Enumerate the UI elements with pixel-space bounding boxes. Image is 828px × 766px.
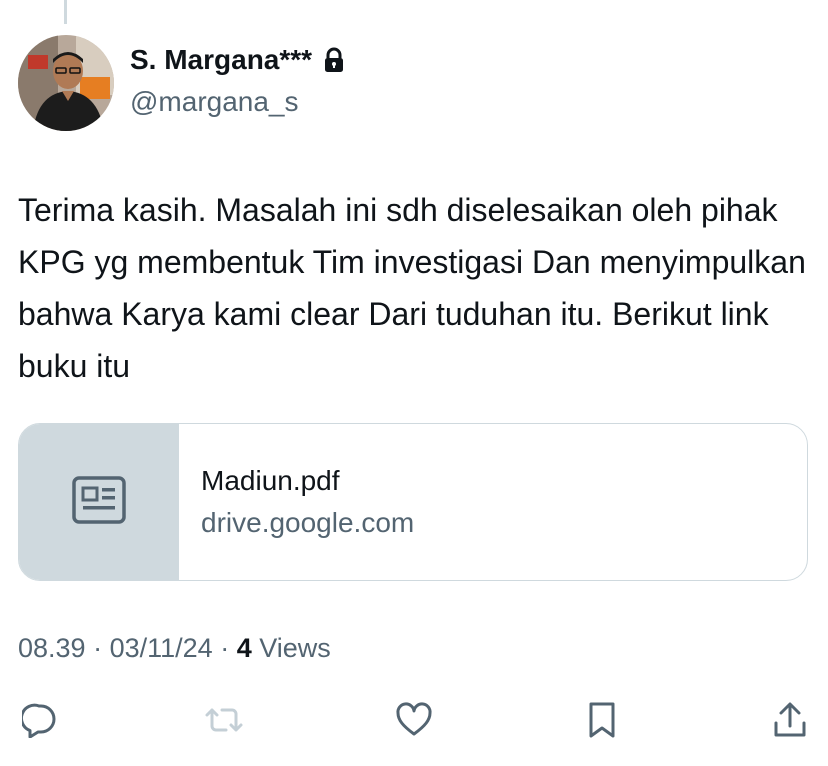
author-name[interactable]: S. Margana***: [130, 44, 312, 76]
action-bar: [18, 700, 808, 744]
share-button[interactable]: [770, 700, 810, 744]
lock-icon: [322, 47, 346, 73]
like-button[interactable]: [394, 700, 434, 744]
share-icon: [772, 701, 808, 744]
link-card-domain: drive.google.com: [201, 507, 415, 538]
retweet-icon: [204, 702, 244, 743]
meta-separator: ·: [212, 633, 237, 663]
bookmark-icon: [586, 701, 618, 744]
tweet-text: Terima kasih. Masalah ini sdh diselesaik…: [18, 192, 806, 384]
link-card-title: Madiun.pdf: [201, 465, 340, 496]
link-card[interactable]: Madiun.pdf drive.google.com: [18, 423, 808, 581]
bookmark-button[interactable]: [582, 700, 622, 744]
author-handle[interactable]: @margana_s: [130, 86, 299, 118]
author-name-row: S. Margana***: [130, 44, 346, 76]
meta-separator: ·: [85, 633, 110, 663]
tweet-meta: 08.39 · 03/11/24 · 4 Views: [18, 633, 331, 664]
retweet-button[interactable]: [204, 700, 244, 744]
avatar[interactable]: [18, 35, 114, 131]
link-card-thumbnail: [19, 424, 179, 580]
tweet-date[interactable]: 03/11/24: [110, 633, 213, 663]
views-count: 4: [236, 633, 252, 663]
views-label: Views: [251, 633, 331, 663]
reply-icon: [20, 702, 58, 743]
article-icon: [72, 475, 126, 529]
like-icon: [395, 701, 433, 743]
reply-button[interactable]: [20, 700, 60, 744]
thread-connector-line: [64, 0, 67, 24]
tweet-time[interactable]: 08.39: [18, 633, 86, 663]
